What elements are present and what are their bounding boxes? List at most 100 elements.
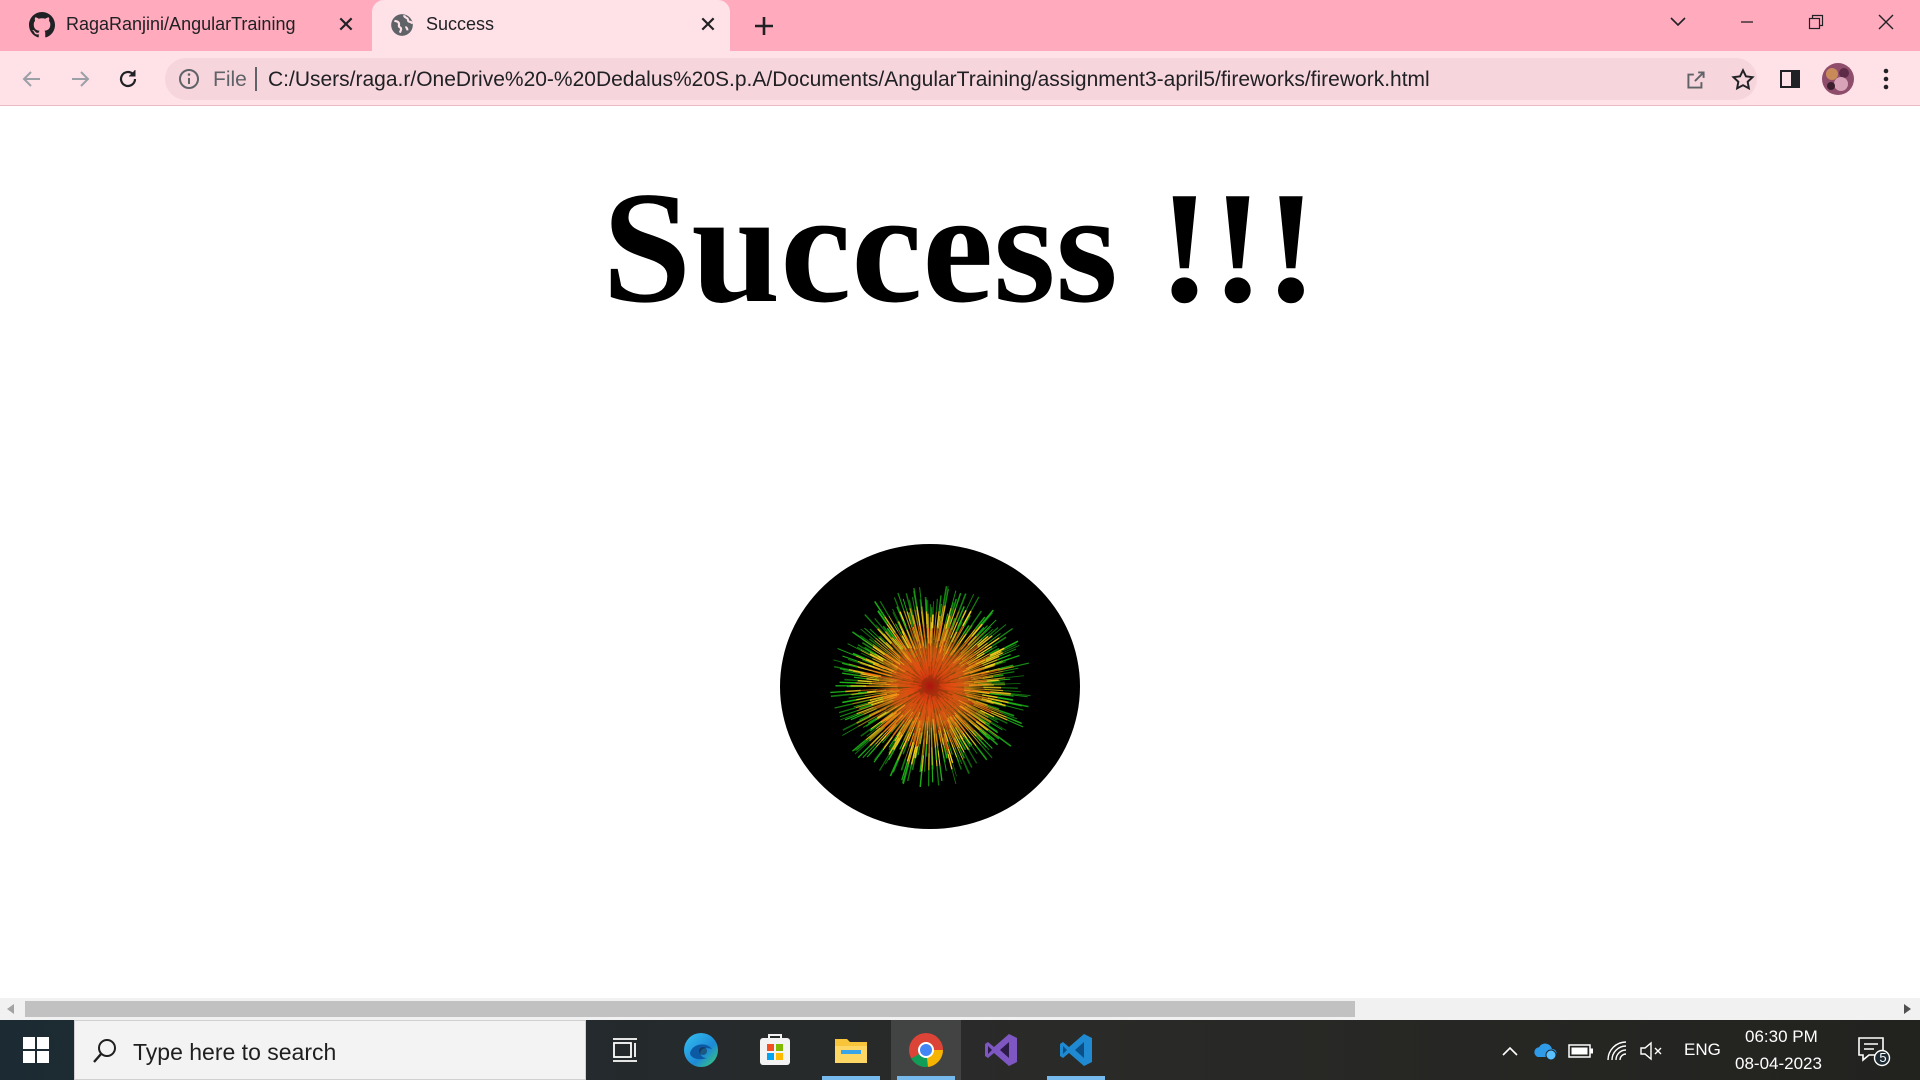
horizontal-scrollbar[interactable] <box>0 998 1920 1020</box>
triangle-right-icon <box>1904 1004 1911 1014</box>
taskbar-file-explorer[interactable] <box>816 1020 886 1080</box>
volume-tray[interactable] <box>1638 1038 1664 1064</box>
reload-button[interactable] <box>110 61 146 97</box>
menu-button[interactable] <box>1868 61 1904 97</box>
profile-button[interactable] <box>1820 61 1856 97</box>
task-view-icon <box>613 1038 637 1062</box>
start-button[interactable] <box>0 1020 72 1080</box>
firework-ray <box>925 611 928 625</box>
chevron-up-icon <box>1502 1046 1518 1056</box>
taskbar-visual-studio[interactable] <box>966 1020 1036 1080</box>
battery-tray[interactable] <box>1568 1038 1594 1064</box>
chevron-down-icon <box>1670 17 1686 27</box>
notification-badge: 5 <box>1879 1050 1887 1065</box>
task-view-button[interactable] <box>590 1020 660 1080</box>
plus-icon <box>755 17 773 35</box>
new-tab-button[interactable] <box>748 10 780 42</box>
speaker-muted-icon <box>1640 1041 1662 1061</box>
success-heading: Success !!! <box>602 158 1318 336</box>
address-bar[interactable]: File C:/Users/raga.r/OneDrive%20-%20Deda… <box>165 58 1757 100</box>
globe-icon <box>391 14 413 36</box>
firework-glow <box>870 626 990 746</box>
running-indicator <box>1047 1076 1105 1080</box>
firework-ray <box>830 690 846 694</box>
close-tab-icon[interactable]: ✕ <box>696 12 720 37</box>
firework-ray <box>925 599 928 612</box>
tab-success[interactable]: Success ✕ <box>372 0 730 51</box>
minimize-icon <box>1741 21 1753 23</box>
taskbar-chrome[interactable] <box>891 1020 961 1080</box>
share-icon[interactable] <box>1683 67 1709 93</box>
arrow-left-icon <box>22 71 40 87</box>
browser-toolbar: File C:/Users/raga.r/OneDrive%20-%20Deda… <box>0 51 1920 106</box>
wifi-icon <box>1607 1041 1627 1061</box>
arrow-right-icon <box>72 71 90 87</box>
kebab-menu-icon <box>1883 68 1889 90</box>
taskbar-store[interactable] <box>740 1020 810 1080</box>
tab-angular-training[interactable]: RagaRanjini/AngularTraining ✕ <box>12 0 368 51</box>
side-panel-button[interactable] <box>1772 61 1808 97</box>
triangle-left-icon <box>7 1004 14 1014</box>
tab-search-button[interactable] <box>1656 4 1700 40</box>
reload-icon <box>119 70 137 88</box>
firework-ray <box>925 744 928 757</box>
tab-title: Success <box>426 14 495 34</box>
file-explorer-icon <box>835 1039 867 1063</box>
chrome-icon <box>909 1033 943 1068</box>
firework-ray <box>839 681 856 684</box>
scrollbar-thumb[interactable] <box>25 1001 1355 1017</box>
taskbar-search-box[interactable]: Type here to search <box>74 1020 586 1080</box>
side-panel-icon <box>1780 70 1800 88</box>
input-language[interactable]: ENG <box>1684 1040 1721 1060</box>
search-placeholder: Type here to search <box>133 1039 337 1065</box>
forward-button[interactable] <box>62 61 98 97</box>
clock-date[interactable]: 08-04-2023 <box>1735 1054 1822 1074</box>
firework-ray <box>931 747 933 766</box>
star-icon[interactable] <box>1730 67 1756 93</box>
vscode-icon <box>1060 1034 1092 1066</box>
store-icon <box>760 1034 790 1065</box>
restore-icon <box>1808 14 1824 30</box>
restore-button[interactable] <box>1794 4 1838 40</box>
firework-ray <box>855 682 873 685</box>
taskbar-edge[interactable] <box>666 1020 736 1080</box>
back-button[interactable] <box>14 61 50 97</box>
firework-ray <box>844 678 858 682</box>
url-text[interactable]: C:/Users/raga.r/OneDrive%20-%20Dedalus%2… <box>268 68 1430 92</box>
tab-title: RagaRanjini/AngularTraining <box>66 14 296 34</box>
minimize-button[interactable] <box>1725 4 1769 40</box>
network-tray[interactable] <box>1604 1038 1630 1064</box>
running-indicator <box>897 1076 955 1080</box>
scroll-left-arrow[interactable] <box>4 1002 18 1016</box>
windows-logo-icon <box>23 1037 49 1063</box>
firework-ray <box>932 601 935 615</box>
visual-studio-icon <box>985 1034 1017 1066</box>
search-icon <box>93 1039 116 1063</box>
firework-ray <box>1000 687 1018 689</box>
page-viewport: Success !!! <box>0 107 1920 998</box>
firework-ray <box>1004 683 1021 685</box>
firework-ray <box>858 691 868 694</box>
info-icon[interactable] <box>177 67 201 91</box>
firework-ray <box>845 689 861 693</box>
onedrive-tray[interactable] <box>1532 1038 1558 1064</box>
close-tab-icon[interactable]: ✕ <box>334 12 358 37</box>
firework-ray <box>934 747 938 761</box>
firework-ray <box>991 681 1005 684</box>
windows-taskbar: Type here to search ENG 06:30 PM 08-04-2… <box>0 1020 1920 1080</box>
edge-icon <box>684 1033 718 1067</box>
scroll-right-arrow[interactable] <box>1900 1002 1914 1016</box>
close-window-button[interactable] <box>1864 4 1908 40</box>
github-icon <box>29 12 55 38</box>
show-hidden-icons-button[interactable] <box>1497 1038 1523 1064</box>
onedrive-icon <box>1534 1043 1557 1061</box>
tab-strip: RagaRanjini/AngularTraining ✕ Success ✕ <box>0 0 1920 51</box>
address-separator <box>255 67 257 91</box>
scheme-label: File <box>213 68 247 91</box>
taskbar-vscode[interactable] <box>1041 1020 1111 1080</box>
firework-ray <box>857 679 872 683</box>
notification-center-button[interactable]: 5 <box>1856 1035 1892 1067</box>
clock-time[interactable]: 06:30 PM <box>1745 1027 1818 1047</box>
battery-icon <box>1568 1044 1593 1058</box>
running-indicator <box>822 1076 880 1080</box>
